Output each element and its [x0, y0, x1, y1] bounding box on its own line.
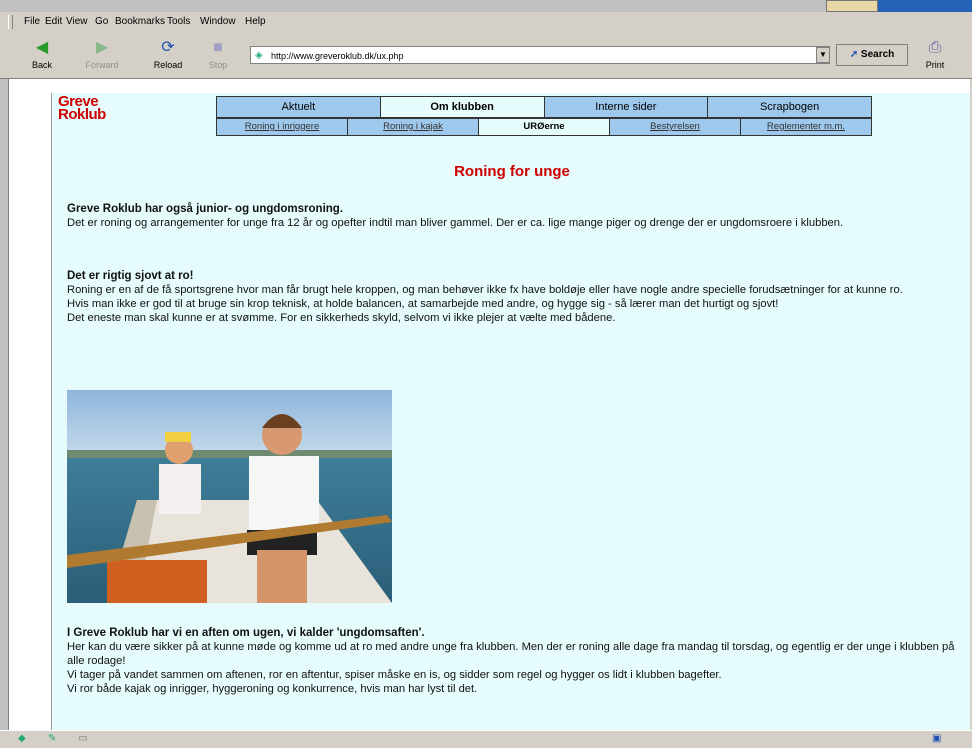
menu-bar: File Edit View Go Bookmarks Tools Window… — [0, 12, 972, 32]
rowing-photo — [67, 390, 392, 603]
lock-icon: ▣ — [932, 733, 942, 744]
reload-button[interactable]: ⟳ Reload — [150, 36, 186, 74]
primary-nav: Aktuelt Om klubben Interne sider Scrapbo… — [216, 96, 872, 118]
nav-interne-sider[interactable]: Interne sider — [544, 97, 709, 117]
intro-heading: Greve Roklub har også junior- og ungdoms… — [67, 203, 344, 215]
page-icon: ◈ — [255, 50, 263, 61]
logo-line-2: Roklub — [58, 106, 106, 123]
subnav-uroerne[interactable]: URØerne — [479, 119, 610, 135]
secondary-nav: Roning i inriggere Roning i kajak URØern… — [216, 118, 872, 136]
url-text: http://www.greveroklub.dk/ux.php — [271, 51, 404, 61]
subnav-bestyrelsen[interactable]: Bestyrelsen — [610, 119, 741, 135]
site-logo[interactable]: Greve Roklub — [58, 94, 106, 123]
nav-aktuelt[interactable]: Aktuelt — [217, 97, 381, 117]
window-corner — [826, 0, 972, 12]
status-bar: ◆ ✎ ▭ ▣ — [0, 730, 972, 748]
print-button[interactable]: ⎙ Print — [918, 36, 952, 74]
offline-icon: ▭ — [78, 733, 88, 744]
menu-bookmarks[interactable]: Bookmarks — [115, 16, 165, 27]
fun-line-2: Hvis man ikke er god til at bruge sin kr… — [67, 298, 779, 310]
chevron-down-icon: ▼ — [819, 50, 827, 59]
menu-go[interactable]: Go — [95, 16, 108, 27]
fun-heading: Det er rigtig sjovt at ro! — [67, 270, 194, 282]
stop-icon: ■ — [213, 39, 223, 56]
forward-arrow-icon: ▶ — [95, 39, 109, 56]
menu-window[interactable]: Window — [200, 16, 236, 27]
intro-paragraph: Greve Roklub har også junior- og ungdoms… — [67, 202, 957, 230]
back-label: Back — [31, 60, 52, 70]
youth-line-2: Vi tager på vandet sammen om aftenen, ro… — [67, 669, 722, 681]
search-icon: ➚ — [849, 49, 859, 60]
subnav-kajak[interactable]: Roning i kajak — [348, 119, 479, 135]
printer-icon: ⎙ — [928, 39, 942, 56]
fun-paragraph: Det er rigtig sjovt at ro! Roning er en … — [67, 269, 957, 325]
back-arrow-icon: ◀ — [35, 39, 49, 56]
menu-tools[interactable]: Tools — [167, 16, 190, 27]
menu-view[interactable]: View — [66, 16, 88, 27]
forward-label: Forward — [85, 60, 119, 70]
print-label: Print — [925, 60, 945, 70]
url-field[interactable]: ◈ http://www.greveroklub.dk/ux.php — [250, 46, 830, 64]
nav-scrapbogen[interactable]: Scrapbogen — [708, 97, 871, 117]
forward-button[interactable]: ▶ Forward — [84, 36, 120, 74]
throbber — [826, 0, 878, 12]
stop-button[interactable]: ■ Stop — [200, 36, 236, 74]
fun-line-3: Det eneste man skal kunne er at svømme. … — [67, 312, 616, 324]
youth-line-1: Her kan du være sikker på at kunne møde … — [67, 641, 955, 667]
search-label: Search — [860, 49, 895, 60]
url-dropdown-button[interactable]: ▼ — [816, 47, 830, 63]
subnav-inriggere[interactable]: Roning i inriggere — [217, 119, 348, 135]
security-icon: ◆ — [18, 733, 26, 744]
connection-icon: ✎ — [48, 733, 57, 744]
menu-file[interactable]: File — [24, 16, 40, 27]
reload-icon: ⟳ — [161, 39, 175, 56]
navigation-toolbar: ◀ Back ▶ Forward ⟳ Reload ■ Stop ◈ http:… — [0, 32, 972, 79]
page-title: Roning for unge — [454, 163, 570, 180]
intro-text: Det er roning og arrangementer for unge … — [67, 217, 844, 229]
reload-label: Reload — [153, 60, 183, 70]
nav-om-klubben[interactable]: Om klubben — [380, 97, 545, 117]
search-button[interactable]: ➚ Search — [836, 44, 908, 66]
rowing-photo-image — [67, 390, 392, 603]
menu-help[interactable]: Help — [245, 16, 266, 27]
back-button[interactable]: ◀ Back — [24, 36, 60, 74]
menu-edit[interactable]: Edit — [45, 16, 62, 27]
menu-grip — [8, 15, 13, 29]
youth-heading: I Greve Roklub har vi en aften om ugen, … — [67, 627, 425, 639]
page-viewport: Greve Roklub Aktuelt Om klubben Interne … — [8, 79, 971, 730]
fun-line-1: Roning er en af de få sportsgrene hvor m… — [67, 284, 903, 296]
youth-paragraph: I Greve Roklub har vi en aften om ugen, … — [67, 626, 957, 696]
subnav-reglementer[interactable]: Reglementer m.m. — [741, 119, 871, 135]
stop-label: Stop — [208, 60, 228, 70]
youth-line-3: Vi ror både kajak og inrigger, hyggeroni… — [67, 683, 478, 695]
page-content: Greve Roklub Aktuelt Om klubben Interne … — [51, 93, 971, 730]
